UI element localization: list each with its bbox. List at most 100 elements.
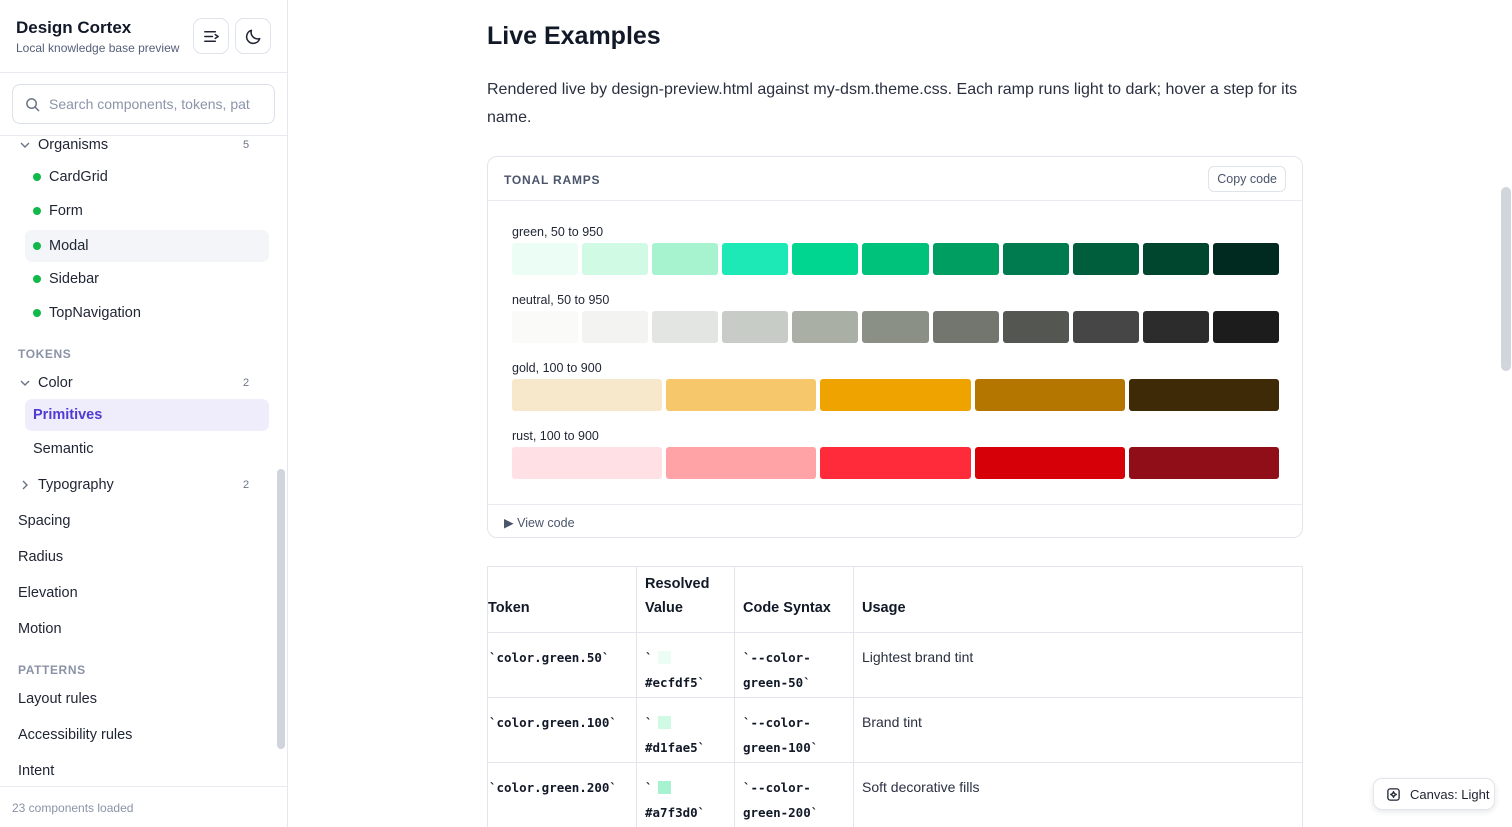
nav-item-intent[interactable]: Intent: [0, 756, 287, 786]
card-header: TONAL RAMPS Copy code: [488, 157, 1302, 201]
ramp-swatches: [512, 447, 1280, 479]
nav-group-organisms[interactable]: Organisms 5: [0, 136, 287, 160]
ramp-rust: rust, 100 to 900: [512, 429, 1280, 479]
color-swatch[interactable]: [1072, 243, 1139, 275]
ramp-swatches: [512, 379, 1280, 411]
ramp-label: neutral, 50 to 950: [512, 293, 610, 307]
color-swatch[interactable]: [1128, 379, 1280, 411]
nav-item-sidebar[interactable]: Sidebar: [0, 264, 287, 294]
nav-item-topnavigation[interactable]: TopNavigation: [0, 298, 287, 328]
table-header-row: Token Resolved Value Code Syntax Usage: [487, 566, 1303, 633]
usage-text: Lightest brand tint: [862, 649, 974, 665]
collapse-sidebar-button[interactable]: [193, 18, 229, 54]
nav-item-primitives[interactable]: Primitives: [0, 400, 287, 430]
color-swatch[interactable]: [1072, 311, 1139, 343]
color-swatch[interactable]: [1002, 311, 1069, 343]
search-box[interactable]: [12, 84, 275, 124]
card-title: TONAL RAMPS: [504, 173, 601, 187]
tick: `: [645, 715, 653, 730]
section-label-patterns: PATTERNS: [18, 663, 86, 677]
nav-group-typography[interactable]: Typography 2: [0, 470, 287, 500]
sidebar-footer: 23 components loaded: [0, 786, 287, 827]
sidebar-scrollbar[interactable]: [277, 469, 285, 749]
color-swatch[interactable]: [512, 243, 579, 275]
color-swatch[interactable]: [722, 243, 789, 275]
search-input[interactable]: [49, 96, 254, 112]
ramp-gold: gold, 100 to 900: [512, 361, 1280, 411]
nav-group-color[interactable]: Color 2: [0, 368, 287, 398]
color-swatch[interactable]: [582, 311, 649, 343]
color-swatch[interactable]: [974, 447, 1125, 479]
color-swatch[interactable]: [1212, 311, 1280, 343]
chevron-down-icon: [20, 142, 30, 148]
color-swatch[interactable]: [932, 311, 999, 343]
nav-item-cardgrid[interactable]: CardGrid: [0, 162, 287, 192]
canvas-toggle-label: Canvas: Light: [1410, 786, 1490, 802]
color-swatch[interactable]: [582, 243, 649, 275]
color-chip: [657, 651, 671, 664]
color-swatch[interactable]: [792, 243, 859, 275]
nav-item-spacing[interactable]: Spacing: [0, 506, 287, 536]
nav-item-label: Sidebar: [49, 271, 99, 287]
color-swatch[interactable]: [974, 379, 1125, 411]
nav-item-label: Intent: [18, 763, 55, 779]
nav-item-label: Layout rules: [18, 691, 97, 707]
color-swatch[interactable]: [1128, 447, 1280, 479]
status-dot: [33, 275, 41, 283]
nav-item-label: Form: [49, 203, 83, 219]
theme-toggle-button[interactable]: [235, 18, 271, 54]
color-swatch[interactable]: [512, 311, 579, 343]
chevron-down-icon: [20, 380, 30, 386]
nav-item-elevation[interactable]: Elevation: [0, 578, 287, 608]
color-swatch[interactable]: [666, 379, 817, 411]
color-swatch[interactable]: [820, 447, 971, 479]
color-swatch[interactable]: [1212, 243, 1280, 275]
page-scrollbar[interactable]: [1501, 187, 1511, 371]
nav-item-modal[interactable]: Modal: [0, 231, 287, 261]
table-row: `color.green.200` ` #a7f3d0` `--color-gre…: [487, 762, 1303, 827]
nav-item-form[interactable]: Form: [0, 196, 287, 226]
ramp-swatches: [512, 311, 1280, 343]
color-swatch[interactable]: [722, 311, 789, 343]
color-swatch[interactable]: [862, 243, 929, 275]
copy-code-button[interactable]: Copy code: [1208, 166, 1286, 192]
color-swatch[interactable]: [932, 243, 999, 275]
canvas-icon: [1387, 787, 1400, 801]
tick: `: [645, 650, 653, 665]
color-swatch[interactable]: [862, 311, 929, 343]
ramp-label: rust, 100 to 900: [512, 429, 599, 443]
nav-item-semantic[interactable]: Semantic: [0, 434, 287, 464]
color-swatch[interactable]: [512, 447, 663, 479]
color-swatch[interactable]: [652, 311, 719, 343]
nav-item-motion[interactable]: Motion: [0, 614, 287, 644]
nav-item-layout-rules[interactable]: Layout rules: [0, 684, 287, 714]
color-chip: [657, 781, 671, 794]
color-swatch[interactable]: [652, 243, 719, 275]
canvas-theme-toggle[interactable]: Canvas: Light: [1373, 778, 1495, 810]
nav-item-radius[interactable]: Radius: [0, 542, 287, 572]
view-code-toggle[interactable]: ▶ View code: [504, 515, 575, 530]
color-swatch[interactable]: [820, 379, 971, 411]
color-chip: [657, 716, 671, 729]
page-title: Live Examples: [487, 22, 661, 50]
ramp-label: gold, 100 to 900: [512, 361, 602, 375]
nav-item-accessibility-rules[interactable]: Accessibility rules: [0, 720, 287, 750]
status-dot: [33, 309, 41, 317]
color-swatch[interactable]: [1002, 243, 1069, 275]
main-content: Live Examples Rendered live by design-pr…: [288, 0, 1512, 827]
table-row: `color.green.100` ` #d1fae5` `--color-gre…: [487, 697, 1303, 763]
col-header-usage: Usage: [853, 566, 1303, 633]
table-row: `color.green.50` ` #ecfdf5` `--color-gree…: [487, 632, 1303, 698]
color-swatch[interactable]: [792, 311, 859, 343]
code-syntax: `--color-green-50`: [743, 650, 811, 690]
color-swatch[interactable]: [1142, 311, 1209, 343]
color-swatch[interactable]: [1142, 243, 1209, 275]
col-header-syntax: Code Syntax: [734, 566, 854, 633]
nav-group-label: Color: [38, 375, 73, 391]
usage-text: Soft decorative fills: [862, 779, 980, 795]
color-swatch[interactable]: [666, 447, 817, 479]
color-swatch[interactable]: [512, 379, 663, 411]
token-name: `color.green.50`: [489, 650, 610, 665]
status-dot: [33, 173, 41, 181]
col-header-token: Token: [487, 566, 637, 633]
